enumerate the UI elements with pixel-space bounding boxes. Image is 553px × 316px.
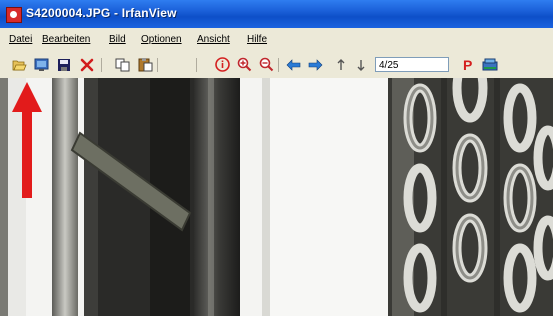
menu-bearbeiten[interactable]: Bearbeiten — [42, 34, 90, 45]
menu-bild[interactable]: Bild — [109, 34, 126, 45]
irfanview-window: S4200004.JPG - IrfanView Datei Bearbeite… — [0, 0, 553, 316]
toolbar-separator — [101, 58, 102, 72]
first-icon[interactable] — [332, 56, 349, 73]
save-icon[interactable] — [55, 56, 72, 73]
open-folder-icon[interactable] — [11, 56, 28, 73]
delete-icon[interactable] — [78, 56, 95, 73]
zoom-out-icon[interactable] — [258, 56, 275, 73]
next-icon[interactable] — [307, 56, 324, 73]
toolbar-separator — [196, 58, 197, 72]
toolbar-separator — [157, 58, 158, 72]
copy-icon[interactable] — [114, 56, 131, 73]
window-title: S4200004.JPG - IrfanView — [26, 6, 177, 20]
svg-text:P: P — [463, 57, 472, 72]
last-icon[interactable] — [352, 56, 369, 73]
info-icon[interactable] — [214, 56, 231, 73]
previous-icon[interactable] — [285, 56, 302, 73]
title-bar[interactable]: S4200004.JPG - IrfanView — [0, 0, 553, 28]
displayed-photo — [0, 78, 553, 316]
image-viewport[interactable] — [0, 78, 553, 316]
app-icon — [6, 7, 22, 23]
menu-hilfe[interactable]: Hilfe — [247, 34, 267, 45]
slideshow-icon[interactable] — [33, 56, 50, 73]
toolbar: 4/25 P — [0, 52, 553, 79]
paste-icon[interactable] — [137, 56, 154, 73]
scan-icon[interactable] — [481, 56, 498, 73]
toolbar-separator — [278, 58, 279, 72]
menu-optionen[interactable]: Optionen — [141, 34, 182, 45]
menu-bar: Datei Bearbeiten Bild Optionen Ansicht H… — [0, 28, 553, 53]
page-counter-field[interactable]: 4/25 — [375, 57, 449, 72]
zoom-in-icon[interactable] — [236, 56, 253, 73]
menu-ansicht[interactable]: Ansicht — [197, 34, 230, 45]
menu-datei[interactable]: Datei — [9, 34, 32, 45]
print-icon[interactable]: P — [459, 56, 476, 73]
